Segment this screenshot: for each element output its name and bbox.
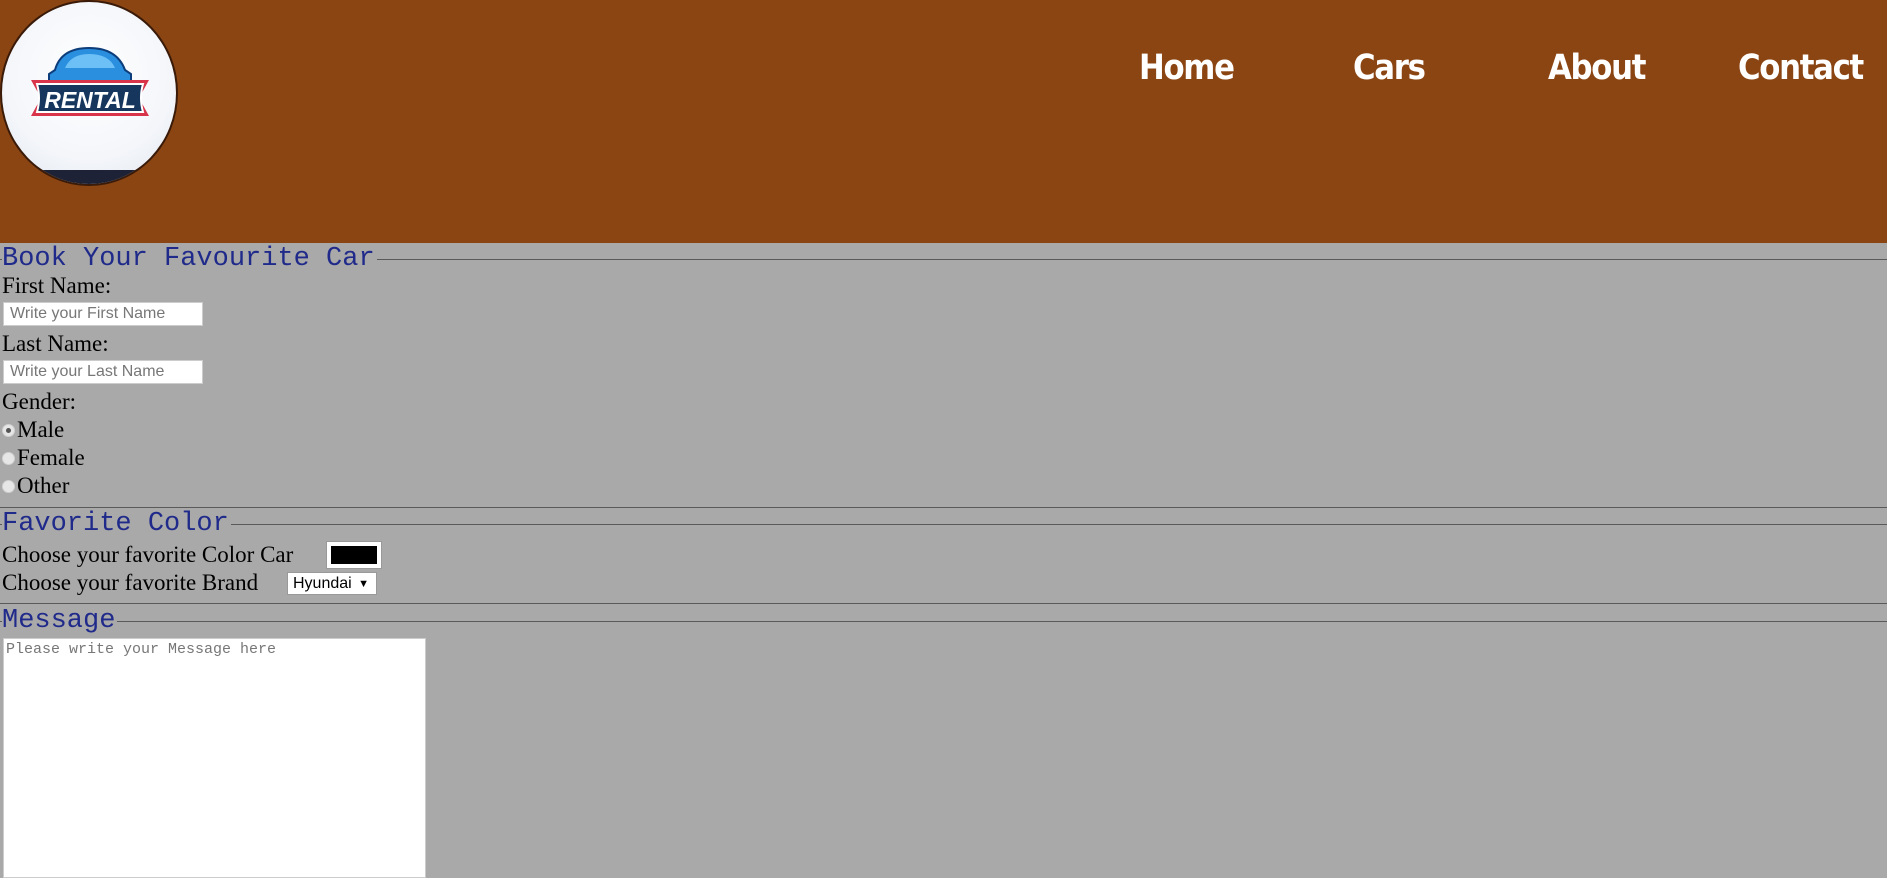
logo-base	[2, 170, 176, 184]
favorite-legend: Favorite Color	[2, 509, 231, 539]
nav-home[interactable]: Home	[1139, 48, 1235, 88]
rental-logo[interactable]: RENTAL	[0, 0, 178, 186]
chevron-down-icon: ▼	[358, 578, 369, 590]
booking-legend: Book Your Favourite Car	[2, 244, 377, 274]
first-name-input[interactable]	[3, 302, 203, 326]
last-name-input[interactable]	[3, 360, 203, 384]
color-label: Choose your favorite Color Car	[2, 542, 294, 567]
site-header: RENTAL Home Cars About Contact	[0, 0, 1887, 243]
brand-label: Choose your favorite Brand	[2, 570, 259, 595]
gender-option-female[interactable]: Female	[2, 445, 85, 471]
radio-male[interactable]	[2, 423, 15, 437]
booking-fieldset: Book Your Favourite Car First Name: Last…	[0, 245, 1887, 508]
gender-other-label: Other	[17, 473, 70, 498]
gender-option-other[interactable]: Other	[2, 473, 69, 499]
main-nav: Home Cars About Contact	[1120, 48, 1887, 98]
gender-female-label: Female	[17, 445, 85, 470]
color-picker-value	[331, 546, 377, 564]
gender-label: Gender:	[2, 389, 77, 414]
nav-contact[interactable]: Contact	[1738, 48, 1864, 88]
favorite-fieldset: Favorite Color Choose your favorite Colo…	[0, 510, 1887, 604]
nav-about[interactable]: About	[1548, 48, 1646, 88]
radio-other[interactable]	[2, 479, 15, 493]
gender-option-male[interactable]: Male	[2, 417, 64, 443]
car-icon: RENTAL	[31, 46, 149, 116]
message-fieldset: Message	[0, 607, 1887, 878]
brand-select[interactable]: Hyundai ▼	[287, 572, 377, 595]
logo-text: RENTAL	[44, 87, 136, 113]
message-legend: Message	[2, 606, 118, 636]
color-picker[interactable]	[326, 541, 382, 569]
radio-female[interactable]	[2, 451, 15, 465]
favorite-fieldset-border	[0, 524, 1887, 525]
message-fieldset-border	[0, 621, 1887, 622]
nav-cars[interactable]: Cars	[1353, 48, 1426, 88]
gender-male-label: Male	[17, 417, 65, 442]
last-name-label: Last Name:	[2, 331, 109, 356]
brand-selected-value: Hyundai	[293, 575, 352, 592]
message-textarea[interactable]	[3, 638, 426, 878]
first-name-label: First Name:	[2, 273, 112, 298]
